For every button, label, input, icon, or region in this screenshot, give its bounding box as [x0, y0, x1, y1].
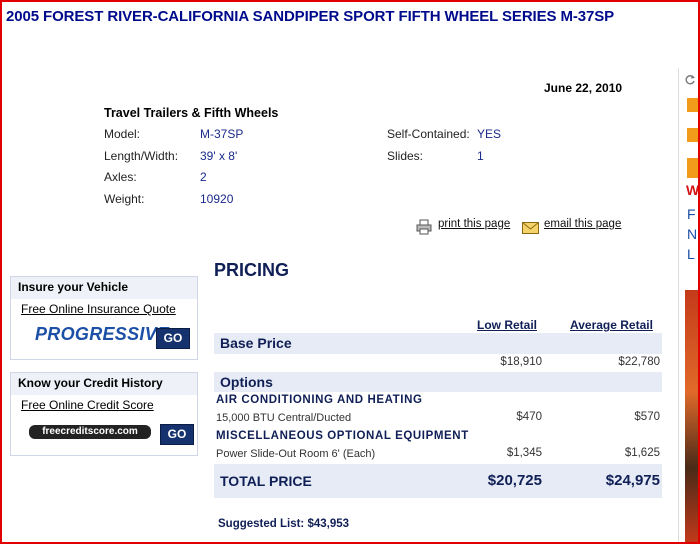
email-page-link[interactable]: email this page: [544, 218, 621, 230]
base-price-label: Base Price: [220, 335, 292, 351]
slides-value: 1: [477, 149, 484, 163]
side-advertisement[interactable]: W F N L: [678, 68, 699, 542]
base-avg-value: $22,780: [618, 356, 660, 368]
credit-heading: Know your Credit History: [11, 373, 197, 395]
envelope-icon[interactable]: [522, 222, 539, 234]
low-retail-header[interactable]: Low Retail: [477, 318, 537, 332]
pricing-heading: PRICING: [214, 260, 290, 280]
option-item: 15,000 BTU Central/Ducted: [216, 412, 352, 424]
average-retail-header[interactable]: Average Retail: [570, 318, 653, 332]
length-value: 39' x 8': [200, 149, 238, 163]
model-label: Model:: [104, 127, 141, 141]
page-title: 2005 FOREST RIVER-CALIFORNIA SANDPIPER S…: [6, 8, 615, 25]
slides-label: Slides:: [387, 149, 424, 163]
model-value: M-37SP: [200, 127, 244, 141]
total-avg-value: $24,975: [605, 472, 660, 489]
suggested-list-price: Suggested List: $43,953: [218, 518, 350, 530]
ad-graphic: [687, 158, 698, 178]
page-frame: 2005 FOREST RIVER-CALIFORNIA SANDPIPER S…: [0, 0, 700, 544]
insurance-quote-link[interactable]: Free Online Insurance Quote: [11, 299, 197, 319]
options-label: Options: [220, 374, 273, 390]
ad-letter: L: [687, 246, 695, 262]
ad-letter: W: [686, 182, 699, 198]
total-price-label: TOTAL PRICE: [220, 473, 312, 489]
printer-icon[interactable]: [416, 219, 432, 235]
ad-graphic: [687, 128, 698, 142]
section-heading: AIR CONDITIONING AND HEATING: [216, 394, 423, 406]
option-item: Power Slide-Out Room 6' (Each): [216, 448, 376, 460]
credit-box: Know your Credit History Free Online Cre…: [10, 372, 198, 456]
weight-label: Weight:: [104, 192, 145, 206]
credit-go-button[interactable]: GO: [160, 424, 194, 445]
option-avg-value: $570: [634, 411, 660, 423]
print-link-wrap: print this page: [438, 218, 510, 230]
print-page-link[interactable]: print this page: [438, 218, 510, 230]
axles-label: Axles:: [104, 170, 137, 184]
self-contained-value: YES: [477, 127, 502, 141]
ad-graphic: [687, 98, 698, 112]
report-date: June 22, 2010: [544, 81, 623, 95]
ad-image: [685, 290, 698, 542]
axles-value: 2: [200, 170, 207, 184]
insurance-box: Insure your Vehicle Free Online Insuranc…: [10, 276, 198, 360]
freecreditscore-logo[interactable]: freecreditscore.com: [29, 425, 151, 439]
option-avg-value: $1,625: [624, 447, 660, 459]
ad-letter: F: [687, 206, 696, 222]
progressive-logo[interactable]: PROGRESSIVE: [35, 324, 169, 345]
length-label: Length/Width:: [104, 149, 179, 163]
vehicle-category: Travel Trailers & Fifth Wheels: [104, 106, 279, 120]
email-link-wrap: email this page: [544, 218, 621, 230]
total-low-value: $20,725: [487, 472, 542, 489]
options-band: Options: [214, 372, 662, 392]
option-low-value: $1,345: [506, 447, 542, 459]
ad-letter: N: [687, 226, 698, 242]
option-low-value: $470: [516, 411, 542, 423]
insurance-go-button[interactable]: GO: [156, 328, 190, 349]
self-contained-label: Self-Contained:: [387, 127, 470, 141]
insurance-heading: Insure your Vehicle: [11, 277, 197, 299]
base-low-value: $18,910: [500, 356, 542, 368]
section-heading: MISCELLANEOUS OPTIONAL EQUIPMENT: [216, 430, 469, 442]
credit-score-link[interactable]: Free Online Credit Score: [11, 395, 197, 415]
refresh-icon[interactable]: [684, 74, 696, 86]
weight-value: 10920: [200, 192, 234, 206]
base-price-band: Base Price: [214, 333, 662, 354]
